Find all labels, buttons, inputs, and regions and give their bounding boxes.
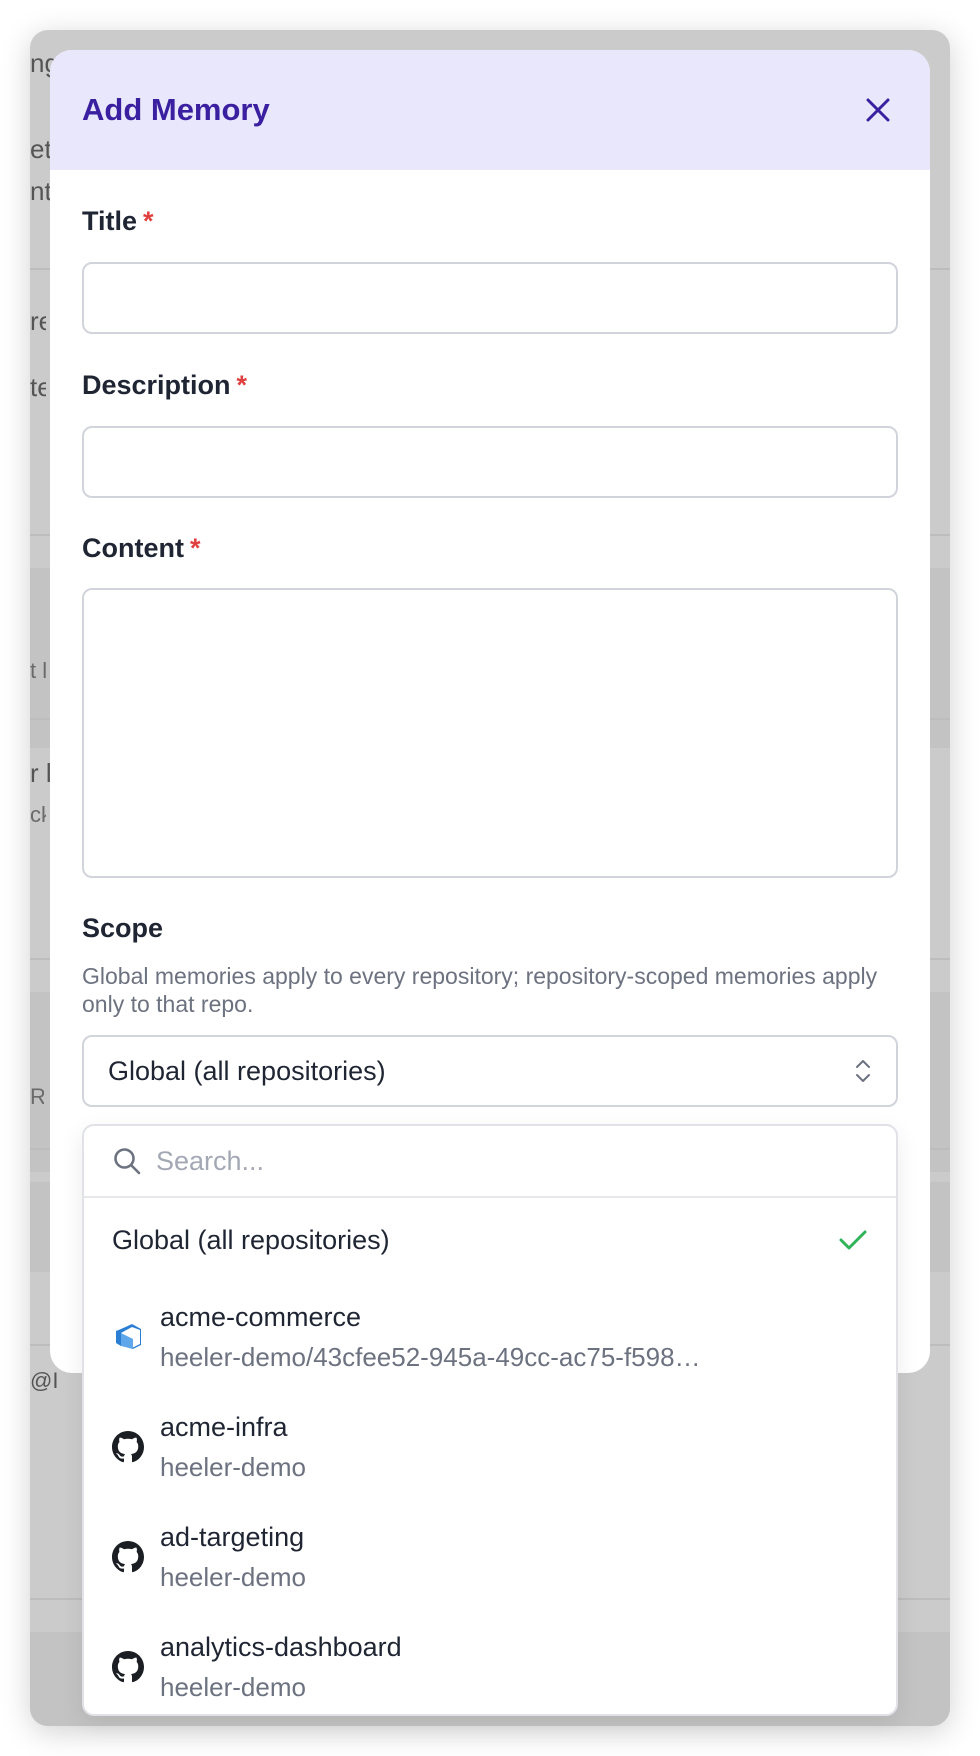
option-subtitle: heeler-demo: [160, 1672, 306, 1702]
title-label-text: Title: [82, 206, 138, 236]
required-mark: *: [143, 206, 154, 236]
scope-selected-value: Global (all repositories): [108, 1055, 386, 1086]
option-repo-ad-targeting[interactable]: ad-targeting heeler-demo: [84, 1502, 896, 1612]
bg-text-fragment: re: [30, 306, 46, 336]
search-icon: [114, 1148, 141, 1175]
required-mark: *: [236, 370, 248, 400]
required-mark: *: [189, 533, 201, 563]
option-name: analytics-dashboard: [160, 1632, 402, 1662]
scope-select[interactable]: Global (all repositories): [82, 1035, 898, 1107]
github-icon: [112, 1541, 144, 1573]
option-repo-acme-commerce[interactable]: acme-commerce heeler-demo/43cfee52-945a-…: [84, 1282, 896, 1392]
option-name: ad-targeting: [160, 1522, 305, 1552]
option-repo-acme-infra[interactable]: acme-infra heeler-demo: [84, 1392, 896, 1502]
title-label: Title *: [82, 206, 154, 237]
content-label: Content *: [82, 533, 201, 564]
option-subtitle: heeler-demo/43cfee52-945a-49cc-ac75-f598…: [160, 1342, 701, 1372]
option-subtitle: heeler-demo: [160, 1562, 306, 1592]
chevron-up-down-icon: [856, 1060, 870, 1082]
bg-text-fragment: t l: [30, 658, 48, 683]
description-input[interactable]: [82, 426, 898, 498]
title-input[interactable]: [82, 262, 898, 334]
bg-text-fragment: R: [30, 1084, 44, 1109]
option-repo-analytics-dashboard[interactable]: analytics-dashboard heeler-demo: [84, 1612, 896, 1714]
bg-mention-fragment: @I: [30, 1368, 58, 1393]
azure-devops-icon: [112, 1321, 144, 1353]
modal-title: Add Memory: [82, 92, 270, 127]
check-icon: [839, 1230, 867, 1250]
github-icon: [112, 1431, 144, 1463]
bg-text-fragment: ck: [30, 802, 46, 827]
dropdown-search: [84, 1126, 896, 1198]
github-icon: [112, 1651, 144, 1683]
description-label-text: Description: [82, 370, 231, 400]
scope-help-text: Global memories apply to every repositor…: [82, 963, 878, 1017]
bg-text-fragment: nte: [30, 176, 52, 206]
option-global[interactable]: Global (all repositories): [84, 1198, 896, 1282]
scope-label: Scope: [82, 913, 164, 943]
option-label: Global (all repositories): [112, 1224, 390, 1255]
scope-dropdown: Global (all repositories) acme-commerce …: [82, 1124, 898, 1716]
option-name: acme-infra: [160, 1412, 288, 1442]
bg-text-fragment: ten: [30, 372, 46, 402]
content-textarea[interactable]: [82, 588, 898, 878]
option-subtitle: heeler-demo: [160, 1452, 306, 1482]
option-name: acme-commerce: [160, 1302, 362, 1332]
modal-header: Add Memory: [50, 50, 930, 170]
content-label-text: Content: [82, 533, 184, 563]
bg-text-fragment: r l: [30, 758, 50, 788]
close-button[interactable]: [858, 90, 898, 130]
description-label: Description *: [82, 370, 247, 401]
search-input[interactable]: [156, 1145, 856, 1177]
close-icon: [866, 98, 890, 122]
